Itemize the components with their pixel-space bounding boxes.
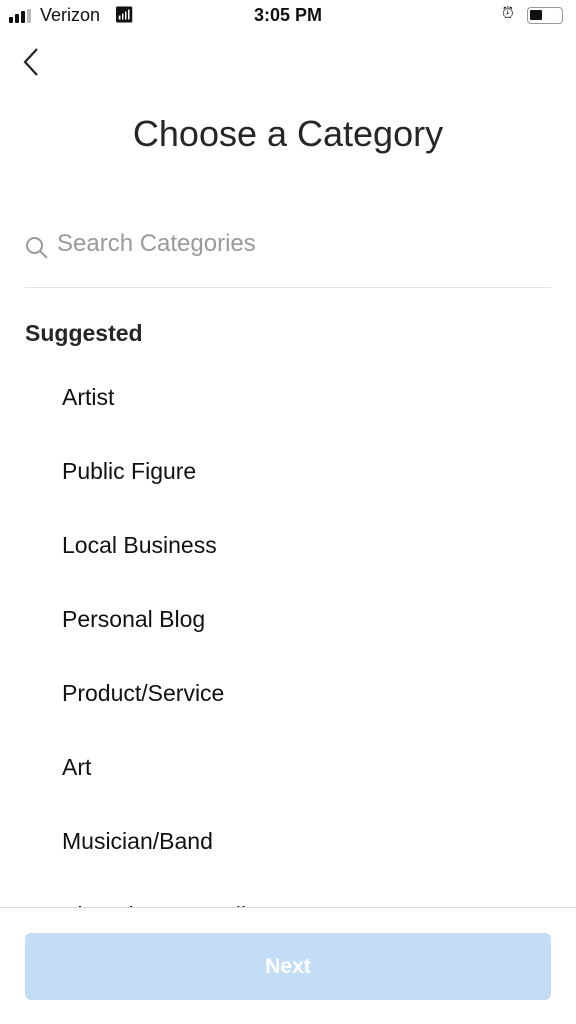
category-item[interactable]: Musician/Band [0,804,576,878]
category-item[interactable]: Personal Blog [0,582,576,656]
category-item[interactable]: Local Business [0,508,576,582]
status-bar: Verizon 📶︎ 3:05 PM ⏰︎ [0,0,576,32]
back-button[interactable] [20,44,46,80]
next-button[interactable]: Next [25,933,551,1000]
category-list: Artist Public Figure Local Business Pers… [0,360,576,907]
category-item[interactable]: Product/Service [0,656,576,730]
search-bar[interactable] [25,226,551,288]
section-heading-suggested: Suggested [25,320,143,346]
category-item[interactable]: Shopping & Retail [0,878,576,907]
battery-icon [527,7,563,24]
alarm-icon: ⏰︎ [502,5,514,22]
category-item[interactable]: Art [0,730,576,804]
page-title: Choose a Category [132,113,444,154]
chevron-left-icon [23,48,38,76]
search-icon [26,237,48,259]
search-input[interactable] [57,230,537,258]
category-item[interactable]: Artist [0,360,576,434]
category-item[interactable]: Public Figure [0,434,576,508]
status-time: 3:05 PM [253,5,323,25]
footer: Next [0,907,576,1024]
